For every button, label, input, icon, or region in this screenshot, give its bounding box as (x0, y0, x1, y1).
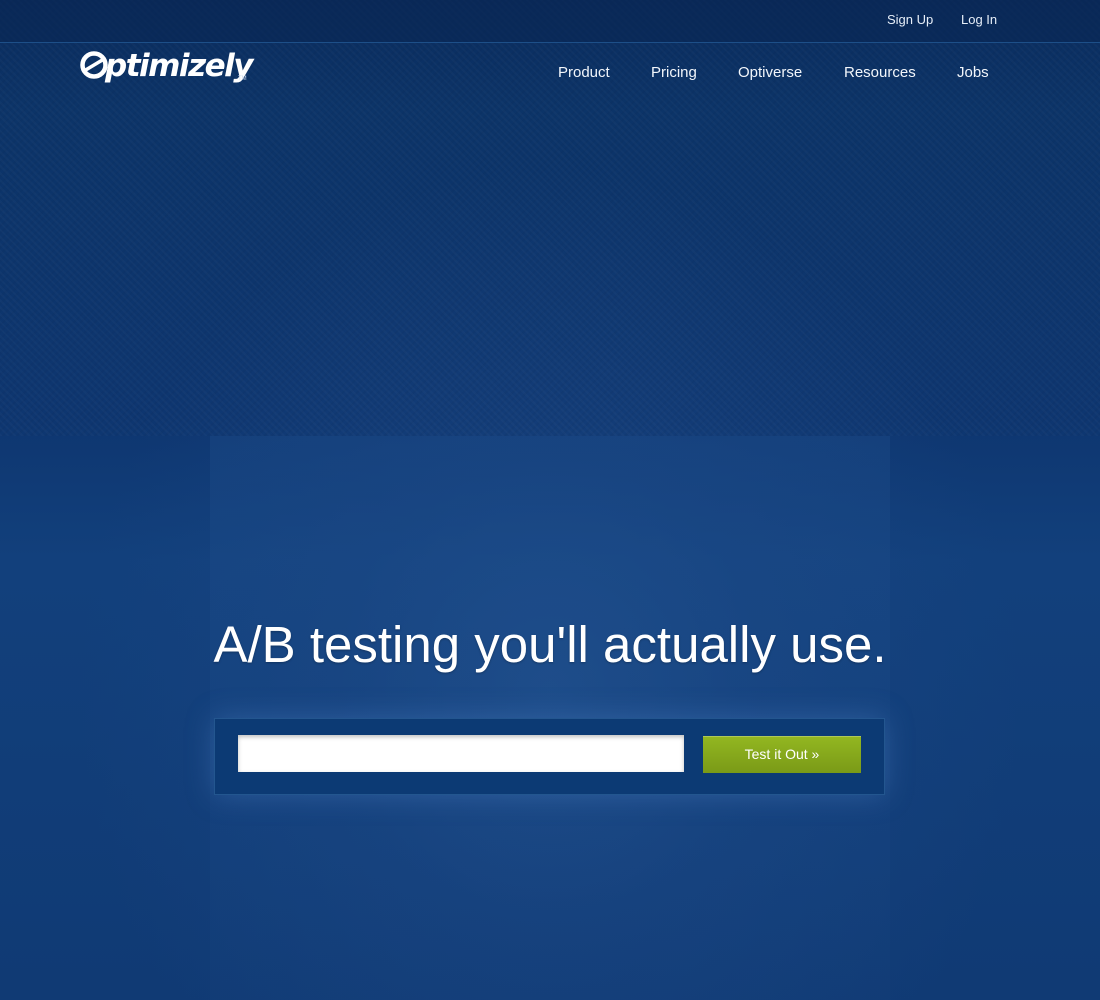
url-test-form: Test it Out » (214, 718, 885, 795)
nav-item-optiverse[interactable]: Optiverse (738, 64, 802, 81)
nav-item-product[interactable]: Product (558, 64, 610, 81)
main-navigation: Product Pricing Optiverse Resources Jobs (0, 64, 1100, 84)
page-background (0, 0, 1100, 1000)
top-utility-bar: Sign Up Log In (0, 0, 1100, 43)
url-input[interactable] (238, 735, 684, 772)
sign-up-link[interactable]: Sign Up (887, 12, 933, 27)
log-in-link[interactable]: Log In (961, 12, 997, 27)
test-it-out-button[interactable]: Test it Out » (703, 736, 861, 773)
nav-item-jobs[interactable]: Jobs (957, 64, 989, 81)
hero-headline: A/B testing you'll actually use. (213, 616, 887, 673)
nav-item-pricing[interactable]: Pricing (651, 64, 697, 81)
nav-item-resources[interactable]: Resources (844, 64, 916, 81)
